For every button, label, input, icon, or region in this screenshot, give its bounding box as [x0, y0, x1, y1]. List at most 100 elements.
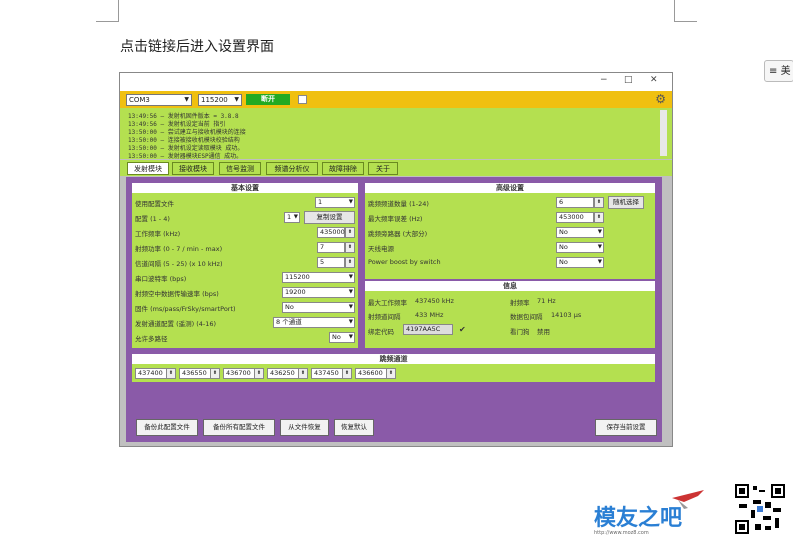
basic-label: 允许多路径	[135, 335, 168, 343]
info-label: 看门狗	[510, 328, 530, 336]
toolbar-checkbox[interactable]	[298, 95, 307, 104]
close-button[interactable]: ✕	[650, 75, 658, 85]
power-boost-select[interactable]: No ▼	[556, 257, 604, 268]
dropdown-arrow-icon: ▼	[348, 199, 353, 205]
advanced-label: Power boost by switch	[368, 258, 441, 266]
dropdown-arrow-icon: ▼	[184, 96, 189, 103]
side-tab[interactable]: ≡ 美	[764, 60, 793, 82]
port-value: COM3	[129, 96, 150, 104]
info-value: 433 MHz	[415, 311, 444, 319]
app-window: − □ ✕ COM3 ▼ 115200 ▼ 断开 ⚙ 13:49:56 — 发射机固…	[119, 72, 673, 447]
dropdown-arrow-icon: ▼	[597, 229, 602, 235]
tab-transmitter[interactable]: 发射模块	[127, 162, 169, 175]
frequency-input[interactable]: 435000	[317, 227, 345, 238]
tab-signal[interactable]: 信号监测	[219, 162, 261, 175]
maximize-button[interactable]: □	[624, 75, 633, 85]
log-scrollbar[interactable]	[660, 110, 667, 156]
multipath-value: No	[332, 333, 341, 341]
info-value: 437450 kHz	[415, 297, 454, 305]
info-label: 数据包间隔	[510, 313, 543, 321]
channels-value: 8 个通道	[276, 318, 302, 326]
hop-channel-input[interactable]: 436600	[355, 368, 387, 379]
spinner-icon[interactable]: ⬍	[345, 242, 355, 253]
config-select[interactable]: 1 ▼	[284, 212, 300, 223]
info-label: 射频道间隔	[368, 313, 401, 321]
spinner-icon[interactable]: ⬍	[210, 368, 220, 379]
hop-channel-input[interactable]: 437450	[311, 368, 343, 379]
spinner-icon[interactable]: ⬍	[345, 257, 355, 268]
spinner-icon[interactable]: ⬍	[298, 368, 308, 379]
baud-select[interactable]: 115200 ▼	[198, 94, 242, 106]
serial-baud-value: 115200	[285, 273, 310, 281]
dropdown-arrow-icon: ▼	[597, 259, 602, 265]
hop-channel-input[interactable]: 436250	[267, 368, 299, 379]
basic-label: 发射通道配置 (遥测) (4-16)	[135, 320, 217, 328]
tab-bar: 发射模块 接收模块 信号监测 频谱分析仪 故障排除 关于	[120, 160, 672, 176]
dropdown-arrow-icon: ▼	[348, 289, 353, 295]
brand-logo: 模友之吧 http://www.moz8.com	[592, 488, 712, 540]
info-label: 射频率	[510, 299, 530, 307]
spinner-icon[interactable]: ⬍	[594, 197, 604, 208]
main-panel: 基本设置 使用配置文件 1 ▼ 配置 (1 - 4) 1 ▼ 复制设置 工作频率 (…	[126, 177, 662, 442]
max-freq-input[interactable]: 453000	[556, 212, 594, 223]
hop-channels-panel: 跳频通道 437400 ⬍ 436550 ⬍ 436700 ⬍ 436250 ⬍…	[132, 354, 655, 382]
profile-value: 1	[318, 198, 323, 206]
basic-label: 配置 (1 - 4)	[135, 215, 170, 223]
spinner-icon[interactable]: ⬍	[254, 368, 264, 379]
copy-settings-button[interactable]: 复制设置	[304, 211, 355, 224]
basic-label: 串口波特率 (bps)	[135, 275, 187, 283]
hop-channel-input[interactable]: 436700	[223, 368, 255, 379]
check-icon: ✔	[459, 325, 466, 334]
hop-count-input[interactable]: 6	[556, 197, 594, 208]
bypass-select[interactable]: No ▼	[556, 227, 604, 238]
serial-baud-select[interactable]: 115200 ▼	[282, 272, 355, 283]
title-bar: − □ ✕	[120, 73, 672, 91]
minimize-button[interactable]: −	[600, 75, 608, 85]
save-current-button[interactable]: 保存当前设置	[595, 419, 657, 436]
spinner-icon[interactable]: ⬍	[345, 227, 355, 238]
basic-label: 信道间隔 (5 - 25) (x 10 kHz)	[135, 260, 223, 268]
basic-label: 固件 (ms/pass/FrSky/smartPort)	[135, 305, 236, 313]
tab-about[interactable]: 关于	[368, 162, 398, 175]
restore-file-button[interactable]: 从文件恢复	[280, 419, 329, 436]
channels-select[interactable]: 8 个通道 ▼	[273, 317, 355, 328]
profile-select[interactable]: 1 ▼	[315, 197, 355, 208]
hop-channel-input[interactable]: 436550	[179, 368, 211, 379]
random-select-button[interactable]: 随机选择	[608, 196, 644, 209]
bypass-value: No	[559, 228, 568, 236]
dropdown-arrow-icon: ▼	[348, 334, 353, 340]
log-area: 13:49:56 — 发射机固件版本 = 3.8.8 13:49:56 — 发射…	[120, 108, 672, 160]
tab-receiver[interactable]: 接收模块	[172, 162, 214, 175]
info-value: 71 Hz	[537, 297, 556, 305]
backup-all-button[interactable]: 备份所有配置文件	[203, 419, 275, 436]
advanced-label: 跳频频道数量 (1-24)	[368, 200, 429, 208]
reset-default-button[interactable]: 恢复默认	[334, 419, 374, 436]
gear-icon[interactable]: ⚙	[655, 92, 666, 106]
spinner-icon[interactable]: ⬍	[166, 368, 176, 379]
bind-code-field: 4197AA5C	[403, 324, 453, 335]
port-select[interactable]: COM3 ▼	[126, 94, 192, 106]
antenna-power-value: No	[559, 243, 568, 251]
crop-mark	[674, 0, 697, 22]
connect-button[interactable]: 断开	[246, 94, 290, 105]
advanced-label: 最大频率误差 (Hz)	[368, 215, 423, 223]
basic-label: 使用配置文件	[135, 200, 174, 208]
tab-troubleshoot[interactable]: 故障排除	[322, 162, 364, 175]
firmware-select[interactable]: No ▼	[282, 302, 355, 313]
spinner-icon[interactable]: ⬍	[594, 212, 604, 223]
multipath-select[interactable]: No ▼	[329, 332, 355, 343]
hop-channel-input[interactable]: 437400	[135, 368, 167, 379]
power-input[interactable]: 7	[317, 242, 345, 253]
spinner-icon[interactable]: ⬍	[342, 368, 352, 379]
dropdown-arrow-icon: ▼	[348, 274, 353, 280]
spinner-icon[interactable]: ⬍	[386, 368, 396, 379]
dropdown-arrow-icon: ▼	[293, 214, 298, 220]
antenna-power-select[interactable]: No ▼	[556, 242, 604, 253]
backup-profile-button[interactable]: 备份此配置文件	[136, 419, 198, 436]
tab-spectrum[interactable]: 频谱分析仪	[266, 162, 318, 175]
toolbar: COM3 ▼ 115200 ▼ 断开 ⚙	[120, 91, 672, 108]
log-line: 13:50:00 — 发射器模块ESP通信 成功。	[128, 153, 243, 160]
crop-mark	[96, 0, 119, 22]
air-rate-select[interactable]: 19200 ▼	[282, 287, 355, 298]
channel-spacing-input[interactable]: 5	[317, 257, 345, 268]
